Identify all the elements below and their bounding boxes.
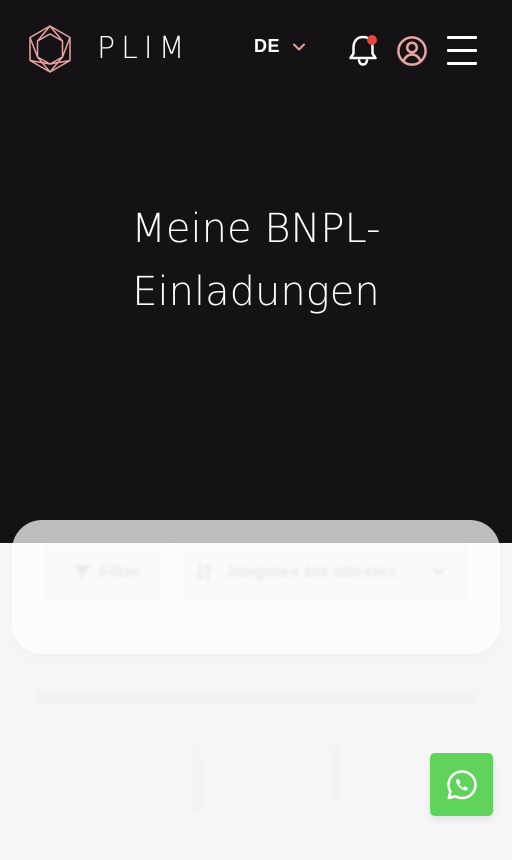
chevron-down-icon <box>432 567 446 576</box>
page-title-line-1: Meine BNPL- <box>131 206 381 252</box>
hexagon-logo-icon <box>29 25 71 73</box>
hamburger-menu-icon[interactable] <box>446 34 478 66</box>
notification-badge-dot <box>367 35 377 45</box>
whatsapp-icon <box>446 769 477 799</box>
top-navigation: PLIM DE <box>0 0 512 100</box>
user-circle-icon <box>397 36 427 66</box>
loading-placeholder-bar <box>34 690 478 704</box>
menu-line-top <box>447 36 477 39</box>
language-selector[interactable]: DE <box>254 36 306 57</box>
filter-toolbar: Filter Jüngstes bis ältestes <box>0 543 512 603</box>
account-button[interactable] <box>396 35 428 67</box>
app-screen: PLIM DE Meine BNPL- Einladungen Filter J… <box>0 0 512 860</box>
whatsapp-chat-button[interactable] <box>430 753 493 816</box>
loading-placeholder-right <box>330 745 340 799</box>
loading-placeholder-left <box>192 745 202 813</box>
notifications-button[interactable] <box>346 32 380 68</box>
filter-button[interactable]: Filter <box>46 543 166 602</box>
page-title: Meine BNPL- Einladungen <box>40 198 472 324</box>
menu-line-middle <box>447 49 477 52</box>
brand-logo[interactable]: PLIM <box>26 24 191 74</box>
chevron-down-icon <box>293 43 306 50</box>
hero-section: PLIM DE Meine BNPL- Einladungen <box>0 0 512 543</box>
sort-select[interactable]: Jüngstes bis ältestes <box>178 543 466 602</box>
funnel-icon <box>73 565 92 579</box>
brand-name: PLIM <box>97 31 191 66</box>
menu-line-bottom <box>447 62 477 65</box>
language-selected-value: DE <box>254 36 281 56</box>
page-title-line-2: Einladungen <box>132 269 380 315</box>
sort-selected-value: Jüngstes bis ältestes <box>225 562 397 581</box>
sort-arrows-icon <box>195 563 213 581</box>
filter-label: Filter <box>99 562 141 581</box>
